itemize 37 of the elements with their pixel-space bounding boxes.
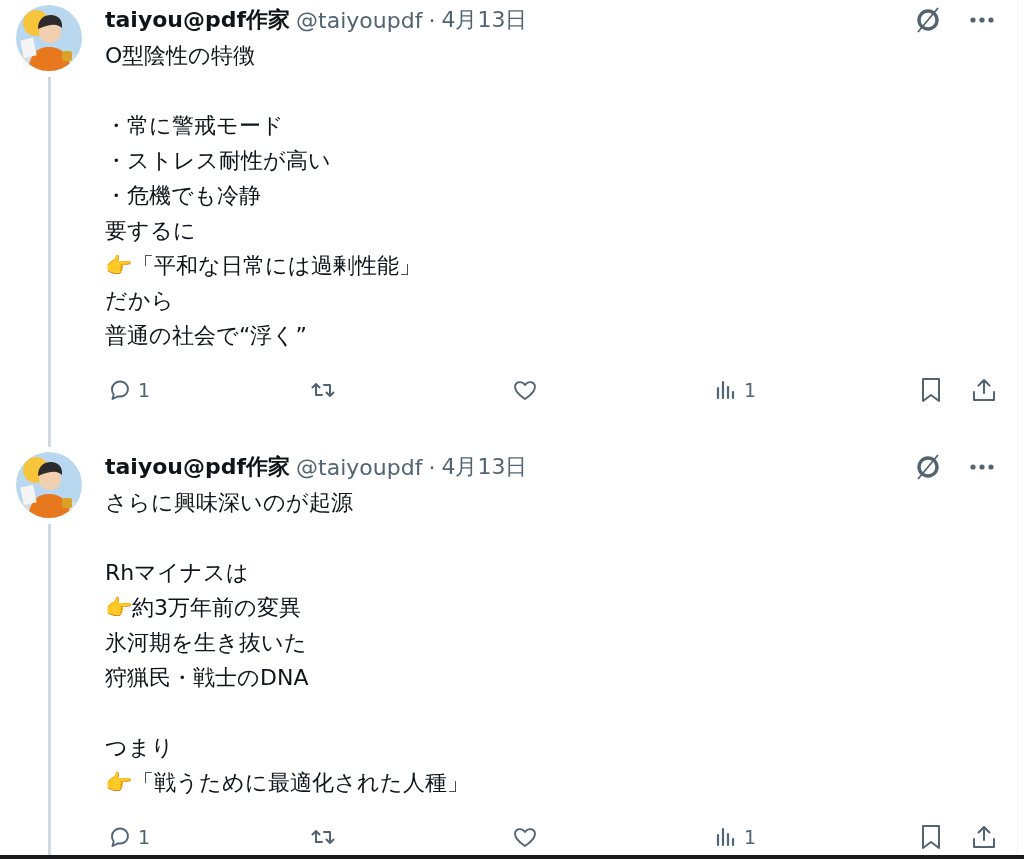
author-handle[interactable]: @taiyoupdf <box>296 454 423 480</box>
post-line: 👉約3万年前の変異 <box>105 594 301 622</box>
post-line: 氷河期を生き抜いた <box>105 629 307 657</box>
reply-icon <box>108 825 132 849</box>
post-line: O型陰性の特徴 <box>105 42 256 70</box>
post-line: Rhマイナスは <box>105 559 250 587</box>
post-line: 普通の社会で“浮く” <box>105 322 307 350</box>
post-date[interactable]: 4月13日 <box>441 5 528 35</box>
post-line: 👉「戦うために最適化された人種」 <box>105 769 469 797</box>
post-line: つまり <box>105 734 174 762</box>
more-icon <box>969 463 995 471</box>
separator: · <box>428 7 436 33</box>
bookmark-icon <box>920 824 942 850</box>
post-line: 狩猟民・戦士のDNA <box>105 664 309 692</box>
author-name[interactable]: taiyou@pdf作家 <box>105 452 291 482</box>
author-name[interactable]: taiyou@pdf作家 <box>105 5 291 35</box>
post-date[interactable]: 4月13日 <box>441 452 528 482</box>
post-line: 👉「平和な日常には過剰性能」 <box>105 252 421 280</box>
more-icon <box>969 16 995 24</box>
reply-button[interactable]: 1 <box>105 825 151 849</box>
reply-button[interactable]: 1 <box>105 378 151 402</box>
post-line: ・ストレス耐性が高い <box>105 147 331 175</box>
share-icon <box>971 824 997 850</box>
views-button[interactable]: 1 <box>711 378 757 402</box>
reply-icon <box>108 378 132 402</box>
post-line: だから <box>105 287 174 315</box>
views-button[interactable]: 1 <box>711 825 757 849</box>
separator: · <box>428 454 436 480</box>
post-line: ・常に警戒モード <box>105 112 284 140</box>
author-handle[interactable]: @taiyoupdf <box>296 7 423 33</box>
post-line: 要するに <box>105 217 196 245</box>
bookmark-icon <box>920 377 942 403</box>
share-icon <box>971 377 997 403</box>
post-line: ・危機でも冷静 <box>105 182 261 210</box>
heart-icon <box>512 825 538 849</box>
post-line: さらに興味深いのが起源 <box>105 489 353 517</box>
heart-icon <box>512 378 538 402</box>
